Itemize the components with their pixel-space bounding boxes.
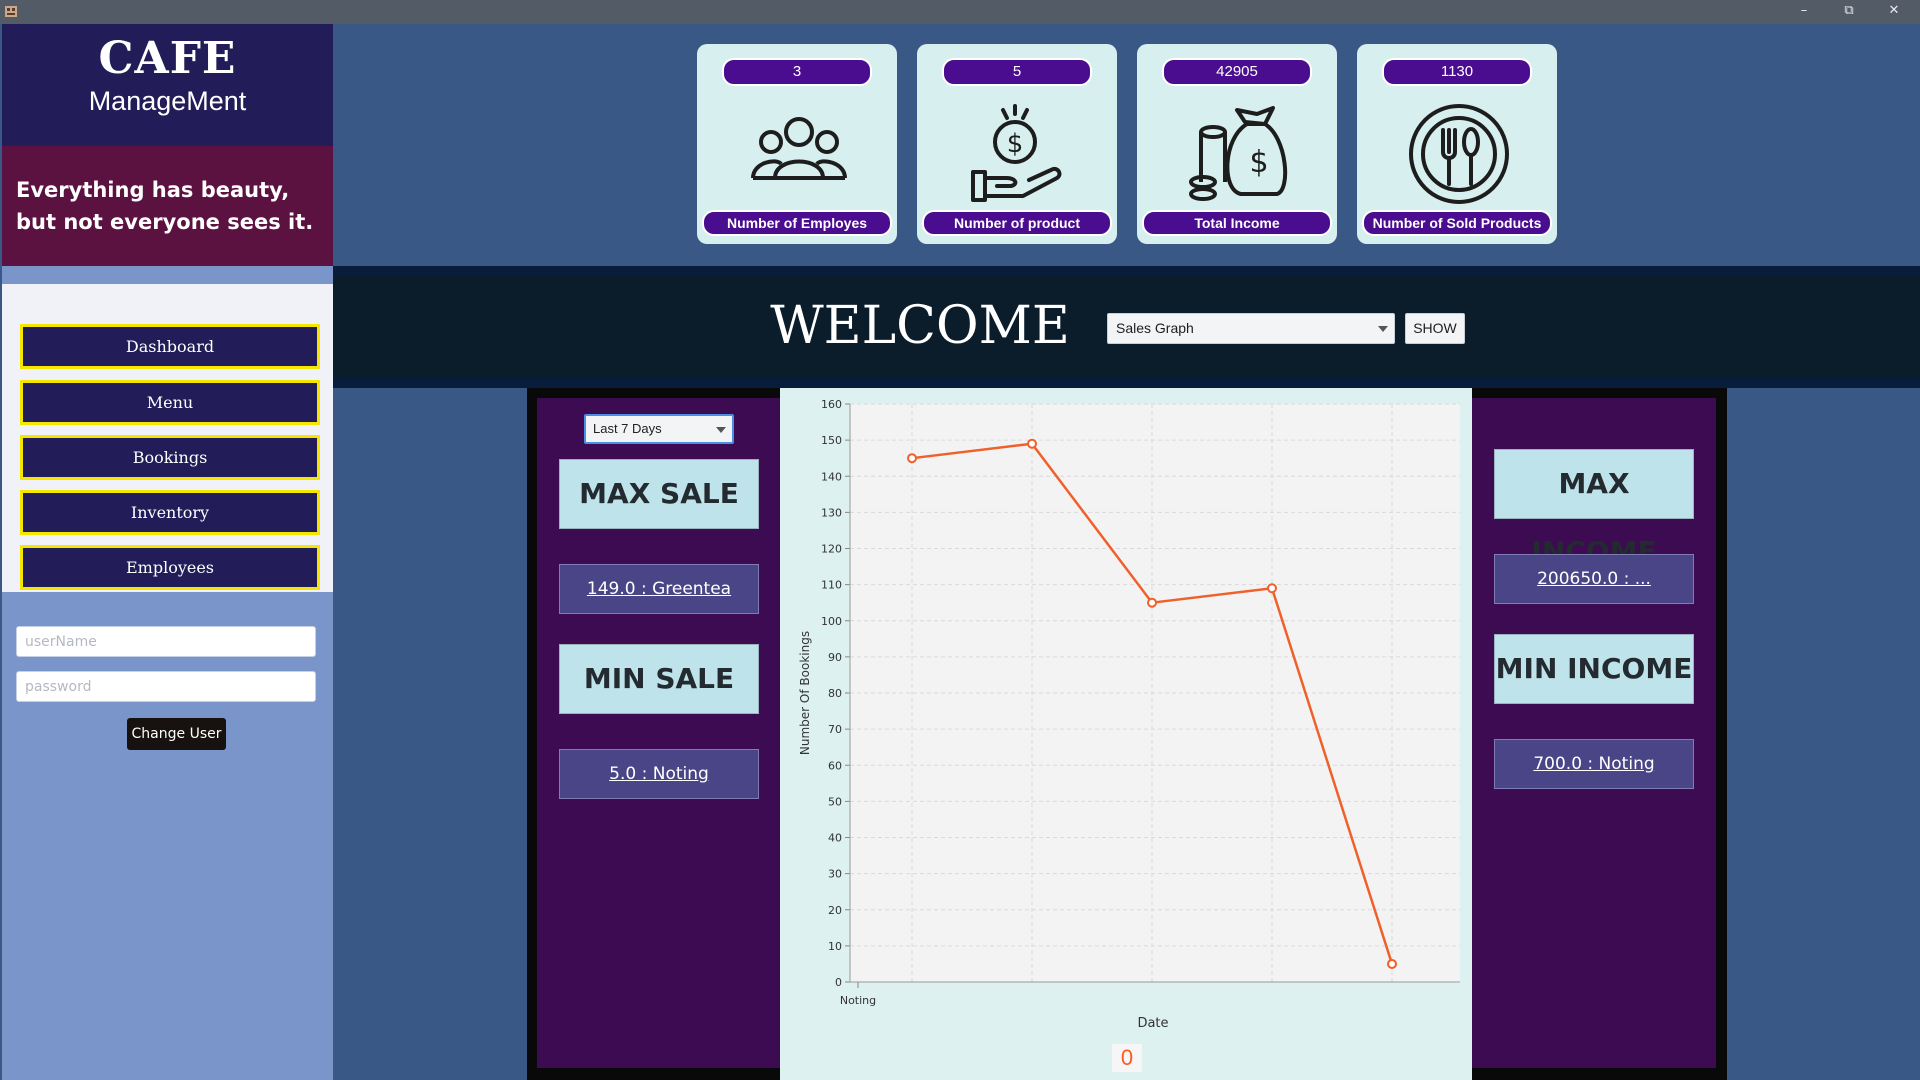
max-income-value[interactable]: 200650.0 : ... <box>1494 554 1694 604</box>
stat-card-sold: 1130 Number of Sold Products <box>1357 44 1557 244</box>
graph-type-value: Sales Graph <box>1116 320 1194 336</box>
y-tick-label: 10 <box>828 940 842 953</box>
username-input[interactable] <box>16 626 316 657</box>
data-point <box>1387 958 1397 969</box>
counter-value: 0 <box>1112 1044 1142 1072</box>
y-tick-label: 30 <box>828 868 842 881</box>
stat-label: Number of product <box>922 210 1112 236</box>
nav-inventory-button[interactable]: Inventory <box>20 490 320 535</box>
y-tick-label: 160 <box>821 398 842 411</box>
y-axis-label: Number Of Bookings <box>798 631 812 755</box>
change-user-button[interactable]: Change User <box>127 718 226 750</box>
app-icon <box>5 6 17 17</box>
nav-dashboard-button[interactable]: Dashboard <box>20 324 320 369</box>
x-tick-label: Noting <box>840 994 876 1007</box>
stat-label: Total Income <box>1142 210 1332 236</box>
window-title-bar: – ⧉ ✕ <box>0 0 1920 24</box>
y-tick-label: 50 <box>828 795 842 808</box>
min-sale-value[interactable]: 5.0 : Noting <box>559 749 759 799</box>
stat-label: Number of Sold Products <box>1362 210 1552 236</box>
minimize-icon[interactable]: – <box>1784 0 1824 22</box>
password-input[interactable] <box>16 671 316 702</box>
y-tick-label: 140 <box>821 470 842 483</box>
quote-text: Everything has beauty, but not everyone … <box>2 146 333 266</box>
stat-card-income: 42905 $ Total Income <box>1137 44 1337 244</box>
brand-title: CAFE <box>98 33 237 84</box>
data-point <box>907 453 917 464</box>
band-divider <box>333 378 1920 388</box>
y-tick-label: 0 <box>835 976 842 989</box>
min-sale-label: MIN SALE <box>559 644 759 714</box>
y-tick-label: 80 <box>828 687 842 700</box>
people-icon <box>751 117 847 180</box>
nav-employees-button[interactable]: Employees <box>20 545 320 590</box>
data-point <box>1147 597 1157 608</box>
period-value: Last 7 Days <box>593 421 662 436</box>
stat-value: 5 <box>942 58 1092 86</box>
money-hand-icon: $ <box>971 104 1062 202</box>
svg-text:$: $ <box>1007 129 1024 159</box>
sales-line-chart: 0 10 20 30 40 50 60 70 80 90 100 110 120 130 140 150 160… <box>798 398 1460 1031</box>
stat-label: Number of Employes <box>702 210 892 236</box>
data-point <box>1267 583 1277 594</box>
brand-subtitle: ManageMent <box>88 86 247 116</box>
min-income-value[interactable]: 700.0 : Noting <box>1494 739 1694 789</box>
sidebar-nav: Dashboard Menu Bookings Inventory Employ… <box>2 284 333 592</box>
y-tick-label: 20 <box>828 904 842 917</box>
graph-type-select[interactable]: Sales Graph <box>1107 313 1395 344</box>
y-tick-label: 150 <box>821 434 842 447</box>
y-tick-label: 40 <box>828 832 842 845</box>
restore-icon[interactable]: ⧉ <box>1829 0 1869 22</box>
min-income-label: MIN INCOME <box>1494 634 1694 704</box>
brand-header: CAFE ManageMent <box>2 24 333 146</box>
stat-value: 3 <box>722 58 872 86</box>
y-tick-label: 60 <box>828 759 842 772</box>
show-button[interactable]: SHOW <box>1405 313 1465 344</box>
stat-card-products: 5 $ Number of product <box>917 44 1117 244</box>
y-tick-label: 90 <box>828 651 842 664</box>
y-tick-label: 120 <box>821 543 842 556</box>
nav-menu-button[interactable]: Menu <box>20 380 320 425</box>
money-bag-icon: $ <box>1189 106 1288 201</box>
y-tick-label: 130 <box>821 506 842 519</box>
welcome-title: WELCOME <box>770 296 1070 356</box>
stat-card-employees: 3 Number of Employes <box>697 44 897 244</box>
max-sale-value[interactable]: 149.0 : Greentea <box>559 564 759 614</box>
data-point <box>1027 438 1037 449</box>
chevron-down-icon <box>716 427 726 433</box>
nav-bookings-button[interactable]: Bookings <box>20 435 320 480</box>
band-divider <box>333 266 1920 276</box>
x-axis-label: Date <box>1137 1016 1168 1031</box>
close-icon[interactable]: ✕ <box>1874 0 1914 22</box>
stat-value: 42905 <box>1162 58 1312 86</box>
chevron-down-icon <box>1378 326 1388 332</box>
y-tick-label: 70 <box>828 723 842 736</box>
period-select[interactable]: Last 7 Days <box>584 414 734 444</box>
max-sale-label: MAX SALE <box>559 459 759 529</box>
stat-value: 1130 <box>1382 58 1532 86</box>
y-tick-label: 100 <box>821 615 842 628</box>
sidebar: CAFE ManageMent Everything has beauty, b… <box>2 24 333 1080</box>
chart-area: 0 10 20 30 40 50 60 70 80 90 100 110 120 130 140 150 160… <box>780 388 1472 1080</box>
plate-cutlery-icon <box>1409 104 1509 204</box>
max-income-label: MAX INCOME <box>1494 449 1694 568</box>
y-tick-label: 110 <box>821 579 842 592</box>
svg-text:$: $ <box>1249 145 1268 180</box>
